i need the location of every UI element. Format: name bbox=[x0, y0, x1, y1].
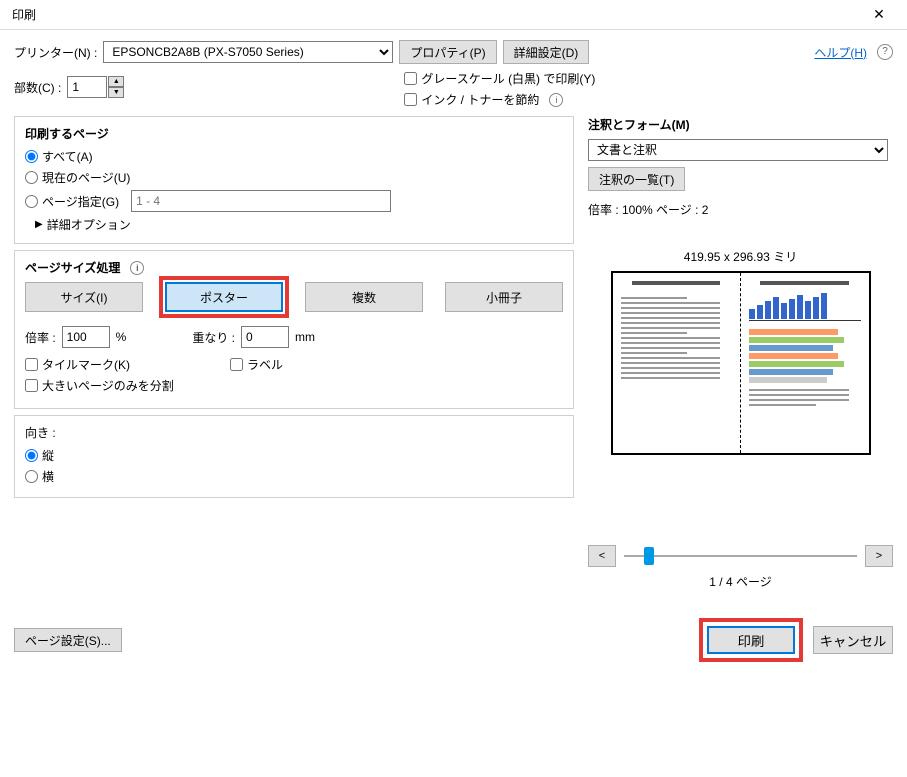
booklet-button[interactable]: 小冊子 bbox=[445, 282, 563, 312]
chevron-right-icon: ▶ bbox=[35, 219, 43, 230]
scale-input[interactable] bbox=[62, 326, 110, 348]
help-icon[interactable]: ? bbox=[877, 44, 893, 60]
savetoner-checkbox[interactable] bbox=[404, 93, 417, 106]
bigonly-label: 大きいページのみを分割 bbox=[42, 377, 174, 394]
tilemark-checkbox[interactable] bbox=[25, 358, 38, 371]
overlap-mm: mm bbox=[295, 330, 315, 344]
comments-list-button[interactable]: 注釈の一覧(T) bbox=[588, 167, 685, 191]
grayscale-checkbox[interactable] bbox=[404, 72, 417, 85]
grayscale-label: グレースケール (白黒) で印刷(Y) bbox=[421, 70, 595, 87]
preview-dims: 419.95 x 296.93 ミリ bbox=[588, 248, 893, 265]
labels-checkbox[interactable] bbox=[230, 358, 243, 371]
labels-chk-label: ラベル bbox=[247, 356, 283, 373]
pages-range-label: ページ指定(G) bbox=[42, 193, 119, 210]
poster-button[interactable]: ポスター bbox=[165, 282, 283, 312]
close-button[interactable]: ✕ bbox=[859, 1, 899, 29]
printer-select[interactable]: EPSONCB2A8B (PX-S7050 Series) bbox=[103, 41, 393, 63]
sizegroup-title: ページサイズ処理 bbox=[25, 259, 120, 276]
preview-page-right bbox=[741, 273, 869, 453]
detail-options-toggle[interactable]: ▶ 詳細オプション bbox=[35, 216, 563, 233]
info-icon[interactable]: i bbox=[130, 261, 144, 275]
copies-input[interactable] bbox=[67, 76, 107, 98]
preview-page-left bbox=[613, 273, 741, 453]
comments-select[interactable]: 文書と注釈 bbox=[588, 139, 888, 161]
multiple-button[interactable]: 複数 bbox=[305, 282, 423, 312]
info-icon[interactable]: i bbox=[549, 93, 563, 107]
nav-slider[interactable] bbox=[624, 545, 857, 567]
savetoner-label: インク / トナーを節約 bbox=[421, 91, 539, 108]
orient-v-radio[interactable] bbox=[25, 449, 38, 462]
print-button[interactable]: 印刷 bbox=[707, 626, 795, 654]
orient-title: 向き : bbox=[25, 424, 563, 441]
printer-label: プリンター(N) : bbox=[14, 44, 97, 61]
dialog-title: 印刷 bbox=[8, 6, 36, 23]
pages-range-input[interactable] bbox=[131, 190, 391, 212]
scale-label: 倍率 : bbox=[25, 329, 56, 346]
orient-h-radio[interactable] bbox=[25, 470, 38, 483]
copies-up[interactable]: ▲ bbox=[108, 76, 124, 87]
nav-prev-button[interactable]: < bbox=[588, 545, 616, 567]
preview-info: 倍率 : 100% ページ : 2 bbox=[588, 201, 893, 218]
pages-range-radio[interactable] bbox=[25, 195, 38, 208]
page-setup-button[interactable]: ページ設定(S)... bbox=[14, 628, 122, 652]
scale-pct: % bbox=[116, 330, 127, 344]
nav-next-button[interactable]: > bbox=[865, 545, 893, 567]
help-link[interactable]: ヘルプ(H) bbox=[814, 44, 867, 61]
orient-h-label: 横 bbox=[42, 468, 54, 485]
pages-current-radio[interactable] bbox=[25, 171, 38, 184]
comments-title: 注釈とフォーム(M) bbox=[588, 116, 893, 133]
copies-label: 部数(C) : bbox=[14, 79, 61, 96]
copies-down[interactable]: ▼ bbox=[108, 87, 124, 98]
properties-button[interactable]: プロパティ(P) bbox=[399, 40, 496, 64]
advanced-button[interactable]: 詳細設定(D) bbox=[503, 40, 590, 64]
page-info: 1 / 4 ページ bbox=[588, 573, 893, 590]
size-button[interactable]: サイズ(I) bbox=[25, 282, 143, 312]
pages-all-label: すべて(A) bbox=[42, 148, 93, 165]
overlap-label: 重なり : bbox=[192, 329, 235, 346]
pages-title: 印刷するページ bbox=[25, 125, 563, 142]
orient-v-label: 縦 bbox=[42, 447, 54, 464]
preview-frame bbox=[611, 271, 871, 455]
bigonly-checkbox[interactable] bbox=[25, 379, 38, 392]
pages-all-radio[interactable] bbox=[25, 150, 38, 163]
cancel-button[interactable]: キャンセル bbox=[813, 626, 893, 654]
tilemark-label: タイルマーク(K) bbox=[42, 356, 130, 373]
pages-current-label: 現在のページ(U) bbox=[42, 169, 130, 186]
overlap-input[interactable] bbox=[241, 326, 289, 348]
